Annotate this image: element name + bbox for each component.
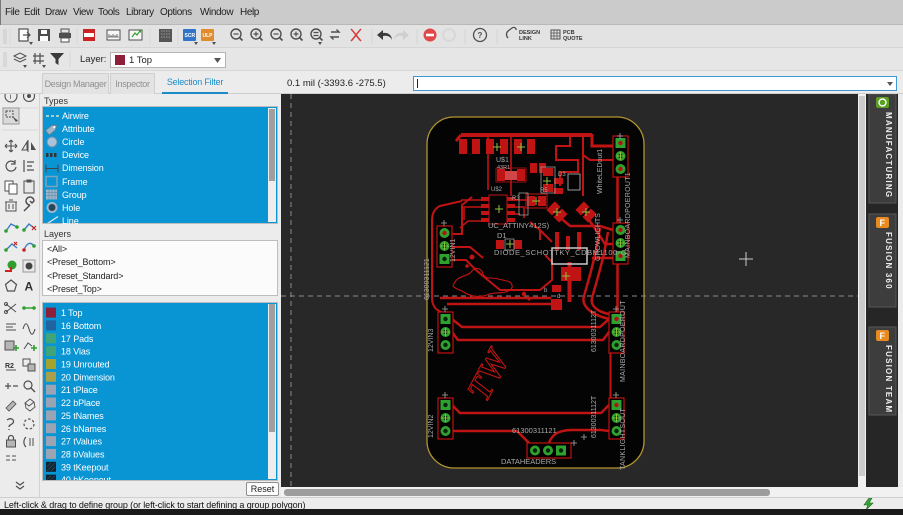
svg-text:22 bPlace: 22 bPlace <box>61 398 100 408</box>
svg-text:20 Dimension: 20 Dimension <box>61 372 115 382</box>
svg-text:61300311121: 61300311121 <box>512 426 557 435</box>
svg-text:12VIN3: 12VIN3 <box>428 329 435 352</box>
svg-text:A: A <box>25 280 34 294</box>
svg-text:28 bValues: 28 bValues <box>61 449 105 459</box>
svg-text:?: ? <box>478 31 483 40</box>
svg-text:GROWLIGHTS: GROWLIGHTS <box>595 213 602 261</box>
svg-text:U$1: U$1 <box>496 157 509 164</box>
svg-text:12VIN2: 12VIN2 <box>428 415 435 438</box>
svg-text:18 Vias: 18 Vias <box>61 347 91 357</box>
svg-text:12VIN1: 12VIN1 <box>450 239 457 262</box>
svg-text:D3: D3 <box>558 172 566 178</box>
svg-text:16 Bottom: 16 Bottom <box>61 321 101 331</box>
svg-text:FUSION 360: FUSION 360 <box>884 232 893 290</box>
svg-text:43R1: 43R1 <box>497 165 510 171</box>
svg-text:-R3: -R3 <box>510 196 520 202</box>
svg-text:26 bNames: 26 bNames <box>61 424 107 434</box>
svg-text:6130031112T: 6130031112T <box>591 309 598 352</box>
svg-text:40 bKeepout: 40 bKeepout <box>61 475 112 480</box>
svg-text:MAINBOARDPOEROUT: MAINBOARDPOEROUT <box>620 300 627 382</box>
svg-text:39 tKeepout: 39 tKeepout <box>61 462 109 472</box>
svg-text:MANUFACTURING: MANUFACTURING <box>884 112 893 198</box>
svg-text:UC_ATTINY412S): UC_ATTINY412S) <box>488 221 550 230</box>
svg-text:F: F <box>880 218 886 228</box>
svg-text:21 tPlace: 21 tPlace <box>61 385 98 395</box>
svg-text:6130031112T: 6130031112T <box>591 395 598 438</box>
svg-text:27 tValues: 27 tValues <box>61 437 102 447</box>
svg-text:d: d <box>557 294 560 300</box>
svg-text:ULP: ULP <box>203 33 214 39</box>
svg-text:25 tNames: 25 tNames <box>61 411 104 421</box>
svg-text:DIODE_SCHOTTKY_CDBM1100-G: DIODE_SCHOTTKY_CDBM1100-G <box>494 248 627 257</box>
svg-text:61300311121: 61300311121 <box>424 258 431 300</box>
svg-text:F: F <box>880 331 886 341</box>
svg-text:17 Pads: 17 Pads <box>61 334 94 344</box>
svg-text:WhiteLEDout1: WhiteLEDout1 <box>597 149 604 194</box>
svg-text:FUSION TEAM: FUSION TEAM <box>884 345 893 413</box>
svg-text:1 Top: 1 Top <box>61 308 82 318</box>
svg-text:DATAHEADERS: DATAHEADERS <box>501 457 556 466</box>
svg-text:R2: R2 <box>5 363 14 370</box>
svg-text:D1: D1 <box>497 231 507 240</box>
svg-text:QUOTE: QUOTE <box>563 36 583 42</box>
svg-text:MAINBOARDPOEROUT1: MAINBOARDPOEROUT1 <box>625 172 632 258</box>
svg-text:TANKLIGHTSOUT: TANKLIGHTSOUT <box>620 407 627 470</box>
svg-text:i: i <box>10 94 12 101</box>
svg-text:LINK: LINK <box>519 36 532 42</box>
svg-text:U$2: U$2 <box>491 187 503 193</box>
svg-text:19 Unrouted: 19 Unrouted <box>61 360 110 370</box>
svg-text:R5: R5 <box>540 188 548 194</box>
svg-text:SCR: SCR <box>185 33 196 39</box>
